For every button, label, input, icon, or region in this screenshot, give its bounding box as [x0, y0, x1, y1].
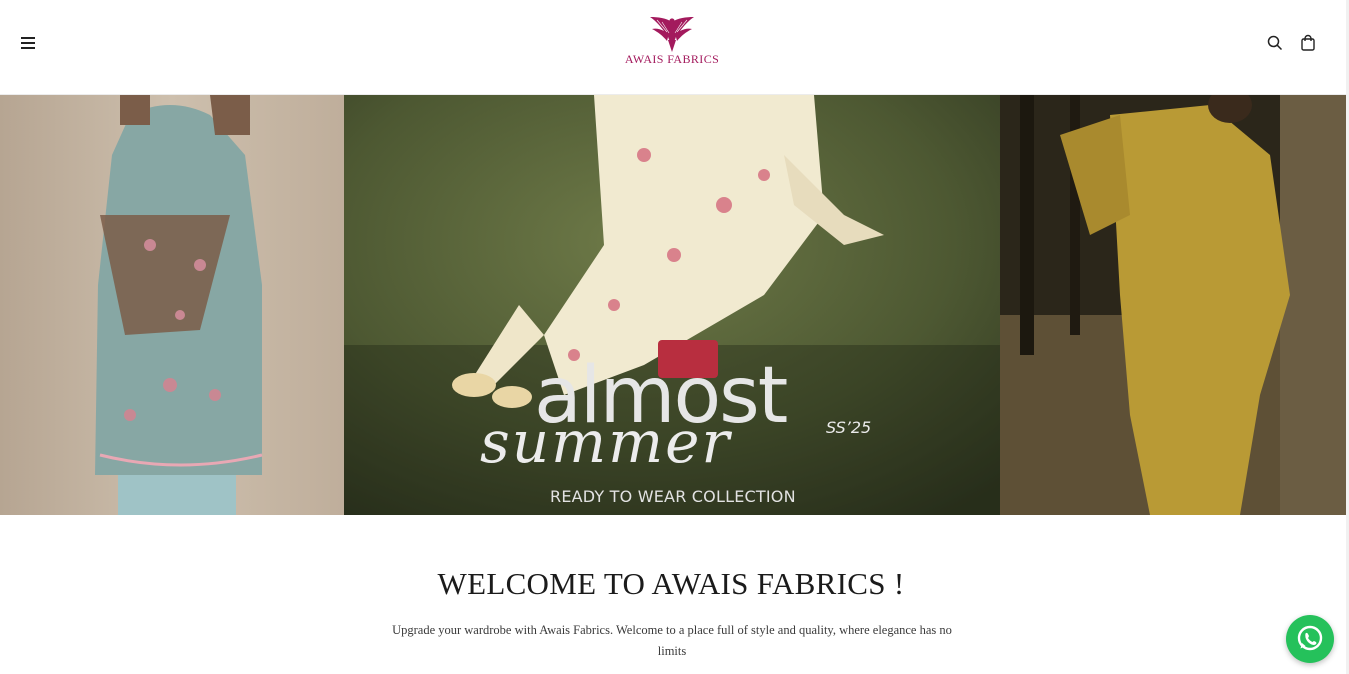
hero-panel-right [1000, 95, 1346, 515]
brand-logo[interactable]: AWAIS FABRICS [612, 14, 732, 74]
whatsapp-icon [1297, 625, 1323, 651]
hero-script-text: summer [480, 408, 732, 476]
whatsapp-chat-button[interactable] [1286, 615, 1334, 663]
phoenix-logo-icon [650, 17, 694, 52]
hamburger-menu-icon[interactable] [18, 33, 40, 53]
hero-subtitle: READY TO WEAR COLLECTION [550, 487, 796, 506]
search-icon[interactable] [1265, 33, 1285, 53]
hero-panel-left [0, 95, 344, 515]
hero-season-badge: SS’25 [826, 418, 872, 437]
brand-name: AWAIS FABRICS [624, 52, 720, 66]
site-header: AWAIS FABRICS [0, 0, 1349, 95]
shopping-bag-icon[interactable] [1298, 33, 1318, 53]
welcome-heading: WELCOME TO AWAIS FABRICS ! [437, 566, 905, 601]
welcome-description: Upgrade your wardrobe with Awais Fabrics… [392, 623, 952, 658]
hero-banner[interactable]: almost summer SS’25 READY TO WEAR COLLEC… [0, 95, 1346, 515]
